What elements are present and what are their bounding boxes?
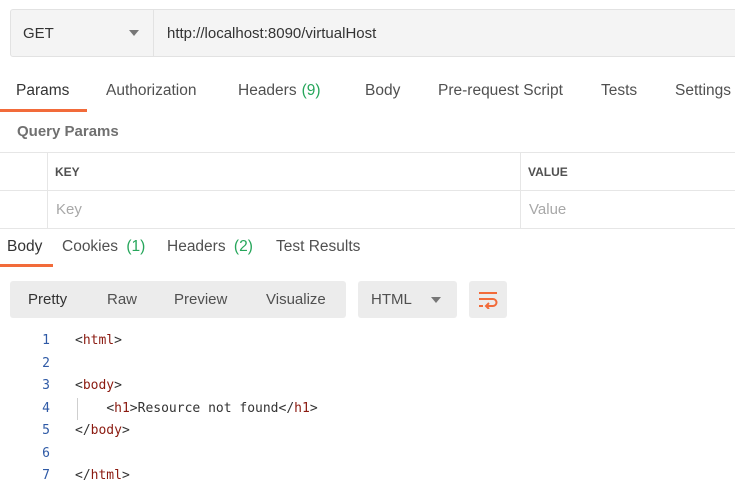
line-text: </body> <box>75 423 130 438</box>
tab-body[interactable]: Body <box>365 74 400 112</box>
response-tab-headers[interactable]: Headers (2) <box>167 238 253 256</box>
wrap-lines-icon <box>479 291 498 309</box>
params-table: KEY VALUE Key Value <box>0 152 735 229</box>
response-tabs: Body Cookies (1) Headers (2) Test Result… <box>0 238 735 268</box>
line-number: 3 <box>42 378 50 393</box>
code-line: 2 <box>0 353 735 375</box>
value-input[interactable]: Value <box>521 191 735 228</box>
request-bar: GET http://localhost:8090/virtualHost <box>10 9 735 57</box>
indent-guide <box>77 398 78 420</box>
format-label: HTML <box>371 291 412 308</box>
response-tab-body[interactable]: Body <box>7 238 42 256</box>
format-select[interactable]: HTML <box>358 281 457 318</box>
tab-settings[interactable]: Settings <box>675 74 731 112</box>
tab-headers[interactable]: Headers (9) <box>238 74 321 112</box>
line-number: 5 <box>42 423 50 438</box>
line-number: 4 <box>42 400 50 416</box>
view-visualize-button[interactable]: Visualize <box>266 281 326 318</box>
value-column-header: VALUE <box>528 164 568 179</box>
chevron-down-icon <box>431 296 441 303</box>
line-text: <h1>Resource not found</h1> <box>106 400 318 416</box>
line-text: </html> <box>75 468 130 483</box>
tab-count: (2) <box>233 238 253 255</box>
tab-count: (1) <box>126 238 146 255</box>
tab-tests[interactable]: Tests <box>601 74 637 112</box>
tab-label: Headers <box>238 82 297 99</box>
params-input-row: Key Value <box>0 191 735 229</box>
tab-label: Body <box>7 238 43 255</box>
active-tab-indicator <box>0 109 87 112</box>
code-line: 4 <h1>Resource not found</h1> <box>0 398 735 420</box>
tab-label: Tests <box>601 82 638 99</box>
chevron-down-icon <box>129 30 139 36</box>
code-line: 6 <box>0 443 735 465</box>
wrap-lines-button[interactable] <box>469 281 507 318</box>
key-column-header: KEY <box>55 164 80 179</box>
code-line: 7 </html> <box>0 465 735 487</box>
line-text: <html> <box>75 333 122 348</box>
request-tabs: Params Authorization Headers (9) Body Pr… <box>0 74 735 112</box>
tab-label: Pre-request Script <box>438 82 563 99</box>
tab-label: Cookies <box>62 238 118 255</box>
line-number: 1 <box>42 333 50 348</box>
code-line: 5 </body> <box>0 420 735 442</box>
line-text: <body> <box>75 378 122 393</box>
line-number: 7 <box>42 468 50 483</box>
tab-label: Authorization <box>106 82 197 99</box>
key-input[interactable]: Key <box>48 191 520 228</box>
query-params-title: Query Params <box>17 123 119 140</box>
tab-label: Settings <box>675 82 732 99</box>
line-number: 6 <box>42 445 50 461</box>
method-select[interactable]: GET <box>11 10 154 56</box>
tab-params[interactable]: Params <box>16 74 69 112</box>
response-tab-test-results[interactable]: Test Results <box>276 238 360 256</box>
tab-label: Params <box>16 82 70 99</box>
tab-authorization[interactable]: Authorization <box>106 74 196 112</box>
response-tab-cookies[interactable]: Cookies (1) <box>62 238 145 256</box>
tab-pre-request-script[interactable]: Pre-request Script <box>438 74 563 112</box>
tab-count: (9) <box>301 82 321 99</box>
code-line: 1 <html> <box>0 330 735 352</box>
params-header-row: KEY VALUE <box>0 153 735 191</box>
view-mode-toolbar: Pretty Raw Preview Visualize <box>10 281 346 318</box>
active-tab-indicator <box>0 264 53 267</box>
tab-label: Headers <box>167 238 226 255</box>
url-text: http://localhost:8090/virtualHost <box>167 24 377 42</box>
url-input[interactable]: http://localhost:8090/virtualHost <box>154 10 735 56</box>
view-preview-button[interactable]: Preview <box>174 281 227 318</box>
tab-label: Test Results <box>276 238 361 255</box>
method-label: GET <box>23 24 54 42</box>
tab-label: Body <box>365 82 401 99</box>
view-raw-button[interactable]: Raw <box>107 281 137 318</box>
line-number: 2 <box>42 355 50 371</box>
view-pretty-button[interactable]: Pretty <box>28 281 67 318</box>
code-line: 3 <body> <box>0 375 735 397</box>
